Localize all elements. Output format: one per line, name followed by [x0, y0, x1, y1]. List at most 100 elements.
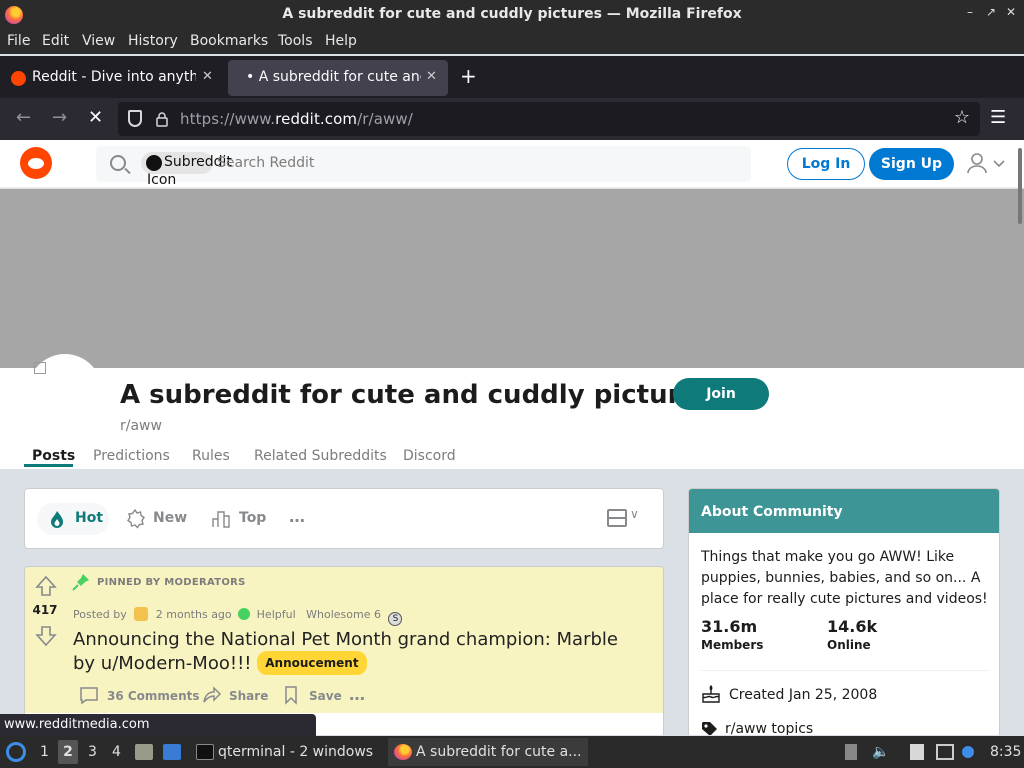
tracking-protection-icon[interactable]: [128, 110, 142, 127]
join-button[interactable]: Join: [673, 378, 769, 410]
broken-image-alt-text: Icon: [147, 172, 177, 188]
start-menu-icon[interactable]: [6, 742, 26, 762]
bookmark-icon: [285, 686, 297, 705]
lock-icon[interactable]: [154, 111, 170, 127]
task-qterminal[interactable]: qterminal - 2 windows: [192, 738, 378, 766]
bookmark-star-icon[interactable]: ☆: [954, 107, 970, 128]
sort-top-label: Top: [239, 510, 267, 526]
search-icon: [110, 155, 126, 171]
status-url-text: www.redditmedia.com: [4, 717, 150, 732]
tab-label: Reddit - Dive into anythin: [32, 69, 196, 85]
menu-view[interactable]: View: [82, 33, 115, 49]
terminal-icon: [196, 744, 214, 760]
tab-predictions[interactable]: Predictions: [93, 448, 170, 464]
upvote-icon[interactable]: [35, 575, 57, 597]
tab-rules[interactable]: Rules: [192, 448, 230, 464]
post-score: 417: [32, 603, 58, 617]
battery-icon[interactable]: [845, 744, 857, 760]
tab-bar: Reddit - Dive into anythin ✕ • A subredd…: [0, 56, 1024, 98]
signup-button[interactable]: Sign Up: [869, 148, 954, 180]
close-tab-icon[interactable]: ✕: [426, 69, 437, 84]
cake-icon: [702, 685, 720, 703]
sort-hot-label: Hot: [75, 510, 104, 526]
tab-related-subreddits[interactable]: Related Subreddits: [254, 448, 387, 464]
back-icon[interactable]: ←: [16, 107, 31, 128]
community-description: Things that make you go AWW! Like puppie…: [701, 549, 988, 607]
url-bar[interactable]: https://www.reddit.com/r/aww/ ☆: [118, 102, 980, 136]
search-input[interactable]: Subreddit Search Reddit: [96, 146, 751, 182]
user-menu-icon[interactable]: [966, 152, 1006, 176]
close-tab-icon[interactable]: ✕: [202, 69, 213, 84]
menu-file[interactable]: File: [7, 33, 30, 49]
minimize-icon[interactable]: –: [962, 5, 978, 23]
page-viewport: Subreddit Search Reddit Icon Log In Sign…: [0, 140, 1024, 735]
downvote-icon[interactable]: [35, 625, 57, 647]
workspace-3[interactable]: 3: [88, 744, 97, 760]
online-label: Online: [827, 638, 871, 652]
comment-icon: [80, 687, 98, 705]
restore-icon[interactable]: ↗: [983, 5, 999, 23]
post-more-options-icon[interactable]: …: [349, 685, 365, 704]
navigation-bar: ← → ✕ https://www.reddit.com/r/aww/ ☆ ☰: [0, 98, 1024, 140]
task-firefox[interactable]: A subreddit for cute a...: [388, 738, 588, 766]
workspace-2[interactable]: 2: [58, 740, 78, 764]
award-wholesome: Wholesome 6: [306, 608, 381, 621]
sort-new-button[interactable]: New: [125, 503, 195, 535]
stop-loading-icon[interactable]: ✕: [88, 107, 103, 128]
page-scrollbar[interactable]: [1018, 148, 1022, 224]
workspace-4[interactable]: 4: [112, 744, 121, 760]
workspace-1[interactable]: 1: [40, 744, 49, 760]
tag-icon: [702, 722, 717, 735]
top-chart-icon: [212, 511, 230, 528]
author-avatar[interactable]: [134, 607, 149, 621]
sort-hot-button[interactable]: Hot: [37, 503, 109, 535]
task-label: qterminal - 2 windows: [218, 744, 374, 760]
about-community-header: About Community: [689, 489, 999, 533]
chevron-down-icon[interactable]: ∨: [630, 507, 639, 521]
menu-bookmarks[interactable]: Bookmarks: [190, 33, 268, 49]
menu-history[interactable]: History: [128, 33, 178, 49]
tab-posts[interactable]: Posts: [32, 448, 75, 464]
new-badge-icon: [127, 509, 145, 529]
menu-edit[interactable]: Edit: [42, 33, 69, 49]
view-layout-icon[interactable]: [607, 509, 627, 527]
tab-reddit-home[interactable]: Reddit - Dive into anythin ✕: [4, 60, 222, 96]
post-flair[interactable]: Annoucement: [257, 651, 367, 675]
link-status-overlay: www.redditmedia.com: [0, 714, 316, 736]
post-title[interactable]: Announcing the National Pet Month grand …: [73, 629, 633, 675]
share-label: Share: [229, 689, 269, 703]
subreddit-header: A subreddit for cute and cuddly pictures…: [0, 354, 1024, 469]
post-card[interactable]: 417 PINNED BY MODERATORS Posted by 2 mon…: [24, 566, 664, 716]
pinned-label: PINNED BY MODERATORS: [97, 577, 246, 588]
volume-icon[interactable]: 🔈: [872, 744, 889, 760]
show-desktop-icon[interactable]: [163, 744, 181, 760]
reddit-logo-icon[interactable]: [20, 147, 52, 179]
sort-top-button[interactable]: Top: [211, 503, 271, 535]
posted-by-label: Posted by: [73, 608, 127, 621]
flame-icon: [51, 511, 63, 528]
divider: [701, 670, 989, 671]
tab-aww[interactable]: • A subreddit for cute and ✕: [228, 60, 448, 96]
close-window-icon[interactable]: ✕: [1003, 5, 1019, 23]
url-text[interactable]: https://www.reddit.com/r/aww/: [180, 110, 413, 128]
menu-help[interactable]: Help: [325, 33, 357, 49]
menu-tools[interactable]: Tools: [278, 33, 313, 49]
app-menu-icon[interactable]: ☰: [990, 107, 1006, 128]
post-meta: Posted by 2 months ago Helpful Wholesome…: [73, 607, 403, 626]
file-manager-icon[interactable]: [135, 744, 153, 760]
community-topics[interactable]: r/aww topics: [725, 721, 813, 735]
save-label: Save: [309, 689, 342, 703]
subreddit-avatar: [28, 354, 102, 428]
tab-discord[interactable]: Discord: [403, 448, 456, 464]
new-tab-icon[interactable]: +: [460, 64, 477, 88]
sort-more-options-icon[interactable]: …: [289, 507, 305, 526]
network-icon[interactable]: [936, 744, 954, 760]
created-date: Created Jan 25, 2008: [729, 687, 878, 703]
active-tab-underline: [24, 464, 73, 467]
taskbar: 1 2 3 4 qterminal - 2 windows A subreddi…: [0, 736, 1024, 768]
notification-icon[interactable]: [962, 746, 974, 758]
login-button[interactable]: Log In: [787, 148, 865, 180]
forward-icon[interactable]: →: [52, 107, 67, 128]
reddit-header: Subreddit Search Reddit Icon Log In Sign…: [0, 140, 1024, 188]
clipboard-icon[interactable]: [910, 744, 924, 760]
